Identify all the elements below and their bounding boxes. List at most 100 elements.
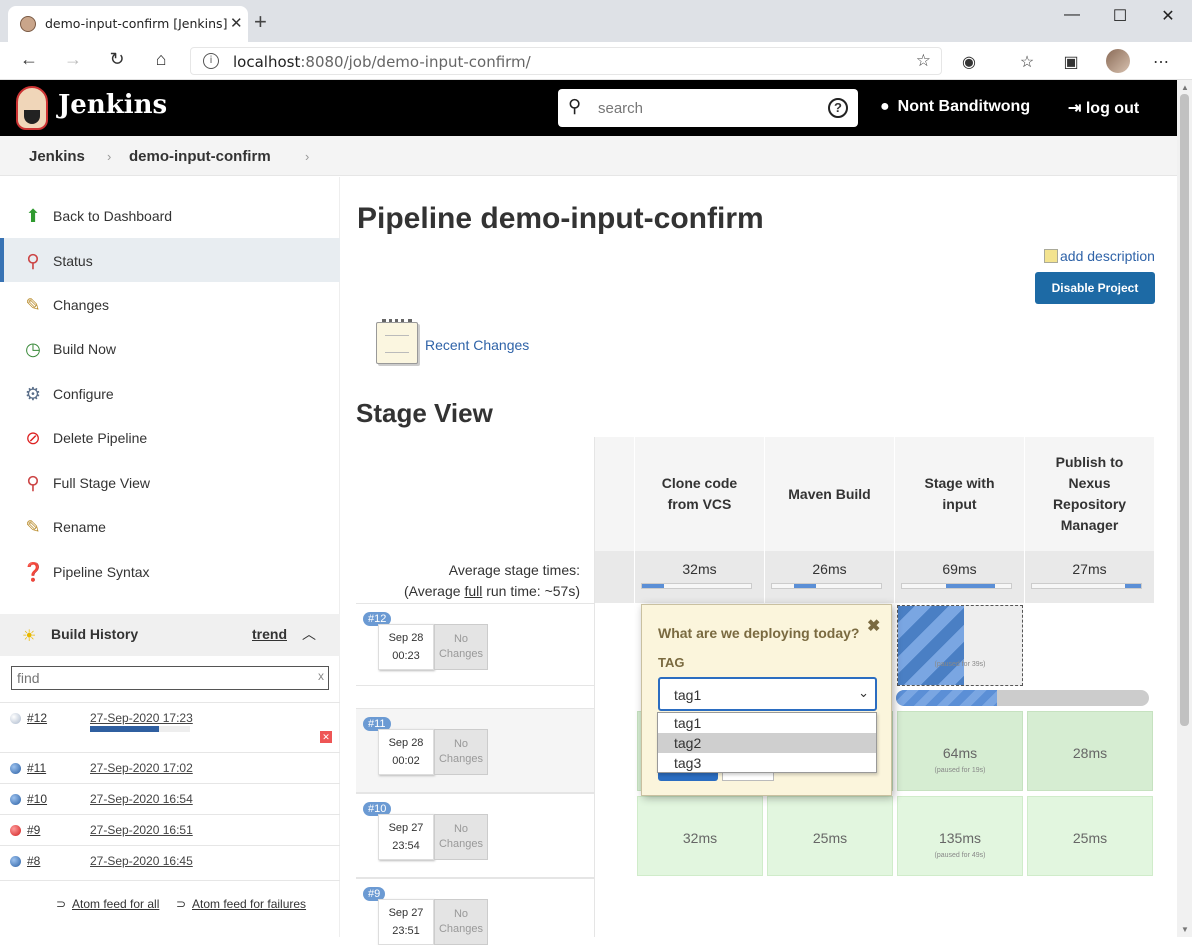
- new-tab-icon[interactable]: +: [254, 9, 267, 35]
- stage-cell[interactable]: 28ms: [1027, 711, 1153, 791]
- close-tab-icon[interactable]: ✕: [230, 14, 243, 32]
- stage-cell[interactable]: 64ms (paused for 19s): [897, 711, 1023, 791]
- atom-feed-failures-link[interactable]: Atom feed for failures: [192, 897, 306, 911]
- jenkins-brand[interactable]: Jenkins: [58, 90, 167, 120]
- user-link[interactable]: ● Nont Banditwong: [880, 98, 1030, 116]
- stage-cell[interactable]: 25ms: [767, 796, 893, 876]
- build-number[interactable]: #12: [27, 711, 47, 725]
- help-icon[interactable]: ?: [828, 98, 848, 118]
- stage-cell-paused[interactable]: (paused for 39s): [897, 605, 1023, 686]
- build-date[interactable]: 27-Sep-2020 17:02: [90, 761, 193, 775]
- build-date[interactable]: 27-Sep-2020 16:45: [90, 854, 193, 868]
- stage-cell[interactable]: 135ms (paused for 49s): [897, 796, 1023, 876]
- build-time: 23:51: [392, 925, 420, 937]
- stage-avg: 27ms: [1025, 551, 1155, 603]
- avg-full-link[interactable]: full: [464, 583, 482, 599]
- favorites-icon[interactable]: ☆: [1016, 52, 1038, 72]
- sidebar-item-changes[interactable]: ✎ Changes: [0, 282, 340, 326]
- abort-build-icon[interactable]: ✕: [320, 731, 332, 743]
- collapse-chevron-icon[interactable]: ︿: [302, 624, 316, 644]
- browser-tab[interactable]: demo-input-confirm [Jenkins] ✕: [8, 6, 248, 42]
- address-bar[interactable]: i localhost:8080/job/demo-input-confirm/…: [190, 47, 942, 75]
- stage-build-row[interactable]: #10 Sep 27 23:54 No Changes: [356, 793, 594, 878]
- profile-avatar[interactable]: [1106, 49, 1130, 73]
- trend-link[interactable]: trend: [252, 626, 287, 642]
- close-popup-icon[interactable]: ✖: [867, 616, 880, 636]
- breadcrumb-separator-icon: ›: [305, 149, 310, 164]
- stage-name-line: Manager: [1060, 517, 1119, 533]
- notepad-icon[interactable]: [376, 319, 418, 364]
- stage-avg-time: 32ms: [682, 561, 717, 577]
- minimize-icon[interactable]: —: [1052, 6, 1092, 24]
- scroll-down-icon[interactable]: ▼: [1181, 925, 1189, 934]
- no-changes-line: Changes: [438, 923, 484, 935]
- paused-stripes: [898, 606, 964, 685]
- page-title: Pipeline demo-input-confirm: [357, 202, 764, 235]
- more-menu-icon[interactable]: ⋯: [1150, 52, 1172, 72]
- build-number[interactable]: #8: [27, 854, 40, 868]
- build-date[interactable]: 27-Sep-2020 16:54: [90, 792, 193, 806]
- scroll-up-icon[interactable]: ▲: [1181, 83, 1189, 92]
- atom-feed-all-link[interactable]: Atom feed for all: [72, 897, 159, 911]
- collections-icon[interactable]: ▣: [1060, 52, 1082, 72]
- build-row[interactable]: #10 27-Sep-2020 16:54: [0, 783, 340, 814]
- back-arrow-icon[interactable]: ←: [14, 49, 44, 70]
- build-number[interactable]: #10: [27, 792, 47, 806]
- build-row[interactable]: #8 27-Sep-2020 16:45: [0, 845, 340, 876]
- tag-option[interactable]: tag1: [658, 713, 876, 733]
- build-number[interactable]: #11: [27, 761, 46, 775]
- no-changes-line: No: [453, 908, 469, 920]
- user-name: Nont Banditwong: [897, 98, 1031, 115]
- sidebar-item-back-to-dashboard[interactable]: ⬆ Back to Dashboard: [0, 193, 340, 237]
- stage-cell[interactable]: 32ms: [637, 796, 763, 876]
- sidebar-item-rename[interactable]: ✎ Rename: [0, 504, 340, 548]
- page-scrollbar[interactable]: ▲ ▼: [1177, 80, 1192, 937]
- maximize-icon[interactable]: ☐: [1100, 6, 1140, 26]
- build-date[interactable]: 27-Sep-2020 16:51: [90, 823, 193, 837]
- search-input[interactable]: [598, 98, 818, 118]
- forward-arrow-icon[interactable]: →: [58, 49, 88, 70]
- sidebar-item-label: Full Stage View: [53, 475, 151, 491]
- close-window-icon[interactable]: ✕: [1148, 6, 1188, 26]
- jenkins-logo-icon[interactable]: [16, 86, 48, 130]
- stage-build-row[interactable]: #9 Sep 27 23:51 No Changes: [356, 878, 594, 945]
- breadcrumb-jenkins[interactable]: Jenkins: [29, 148, 85, 165]
- disable-project-button[interactable]: Disable Project: [1035, 272, 1155, 304]
- sidebar-item-configure[interactable]: ⚙ Configure: [0, 371, 340, 415]
- sidebar-item-status[interactable]: ⚲ Status: [0, 238, 340, 282]
- tag-select[interactable]: tag1 ⌄: [658, 677, 877, 711]
- build-row[interactable]: #9 27-Sep-2020 16:51: [0, 814, 340, 845]
- build-month: Sep 27: [388, 907, 424, 919]
- favorite-star-icon[interactable]: ☆: [916, 51, 931, 71]
- add-description-link[interactable]: add description: [1044, 248, 1155, 264]
- stage-cell-time: 28ms: [1072, 745, 1108, 761]
- info-icon[interactable]: i: [203, 53, 219, 69]
- build-row[interactable]: #11 27-Sep-2020 17:02: [0, 752, 340, 783]
- build-number[interactable]: #9: [27, 823, 40, 837]
- logout-link[interactable]: ⇥ log out: [1068, 98, 1139, 118]
- home-icon[interactable]: ⌂: [146, 49, 176, 70]
- tag-option-highlighted[interactable]: tag2: [658, 733, 876, 753]
- build-row[interactable]: #12 27-Sep-2020 17:23 ✕: [0, 702, 340, 752]
- build-progress-bar: [90, 726, 190, 732]
- breadcrumb-job[interactable]: demo-input-confirm: [129, 148, 271, 165]
- stage-build-row[interactable]: #12 Sep 28 00:23 No Changes: [356, 603, 594, 686]
- extension-icon[interactable]: ◉: [958, 52, 980, 72]
- sidebar-item-build-now[interactable]: ◷ Build Now: [0, 326, 340, 370]
- stage-cell[interactable]: 25ms: [1027, 796, 1153, 876]
- refresh-icon[interactable]: ↻: [102, 49, 132, 70]
- sidebar-item-label: Build Now: [53, 341, 117, 357]
- sidebar-item-pipeline-syntax[interactable]: ❓ Pipeline Syntax: [0, 549, 340, 593]
- sidebar-item-delete-pipeline[interactable]: ⊘ Delete Pipeline: [0, 415, 340, 459]
- paused-duration: (paused for 39s): [934, 661, 986, 668]
- build-date[interactable]: 27-Sep-2020 17:23: [90, 711, 193, 725]
- find-input[interactable]: [17, 670, 307, 686]
- stage-build-row[interactable]: #11 Sep 28 00:02 No Changes: [356, 708, 594, 793]
- recent-changes-link[interactable]: Recent Changes: [425, 337, 529, 353]
- sidebar-item-full-stage-view[interactable]: ⚲ Full Stage View: [0, 460, 340, 504]
- scrollbar-thumb[interactable]: [1180, 94, 1189, 726]
- build-month: Sep 28: [388, 737, 424, 749]
- stage-name-line: from VCS: [667, 496, 732, 512]
- tag-option[interactable]: tag3: [658, 753, 876, 773]
- clear-find-icon[interactable]: x: [318, 669, 324, 683]
